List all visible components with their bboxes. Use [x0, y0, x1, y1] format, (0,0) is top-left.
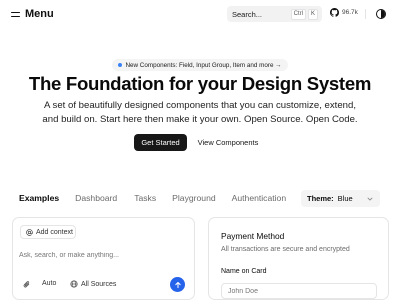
payment-method-card: Payment Method All transactions are secu… — [208, 217, 389, 300]
theme-select-label: Theme: — [307, 194, 334, 203]
paperclip-icon[interactable] — [23, 280, 31, 289]
sources-select[interactable]: All Sources — [70, 280, 116, 288]
name-on-card-field[interactable] — [221, 283, 377, 299]
chat-input[interactable] — [19, 249, 189, 261]
tab-dashboard[interactable]: Dashboard — [75, 193, 117, 205]
chat-prompt-card: Add context Auto All Sources — [12, 217, 195, 300]
shortcut-ctrl: Ctrl — [290, 8, 306, 20]
hamburger-icon — [11, 11, 20, 18]
tab-playground[interactable]: Playground — [172, 193, 215, 205]
shortcut-k: K — [307, 8, 318, 20]
send-button[interactable] — [170, 277, 185, 292]
github-stars: 96.7k — [342, 9, 358, 16]
announcement-dot — [118, 63, 123, 67]
mode-select[interactable]: Auto — [42, 280, 56, 287]
view-components-button[interactable]: View Components — [191, 134, 265, 151]
github-link[interactable]: 96.7k — [330, 8, 358, 17]
tab-tasks[interactable]: Tasks — [134, 193, 156, 205]
add-context-label: Add context — [36, 228, 73, 236]
example-tabs: Examples Dashboard Tasks Playground Auth… — [19, 193, 286, 205]
menu-label: Menu — [25, 8, 54, 20]
at-sign-icon — [26, 228, 33, 236]
sources-label: All Sources — [81, 280, 117, 288]
search-button[interactable]: Search... Ctrl K — [227, 6, 322, 22]
github-icon — [330, 8, 339, 17]
globe-icon — [70, 280, 78, 288]
theme-toggle-icon[interactable] — [376, 9, 386, 19]
tab-authentication[interactable]: Authentication — [232, 193, 286, 205]
name-on-card-label: Name on Card — [221, 268, 267, 275]
chevron-down-icon — [367, 197, 373, 200]
announcement-text: New Components: Field, Input Group, Item… — [125, 61, 282, 69]
header-divider — [365, 9, 366, 19]
search-label: Search... — [232, 9, 263, 19]
payment-method-description: All transactions are secure and encrypte… — [221, 246, 350, 253]
hero-title: The Foundation for your Design System — [28, 73, 372, 94]
theme-select[interactable]: Theme: Blue — [301, 190, 380, 207]
add-context-button[interactable]: Add context — [20, 225, 76, 239]
theme-select-value: Blue — [337, 194, 353, 203]
announcement-badge[interactable]: New Components: Field, Input Group, Item… — [112, 59, 288, 71]
arrow-up-icon — [174, 281, 181, 288]
payment-method-title: Payment Method — [221, 231, 285, 241]
tab-examples[interactable]: Examples — [19, 193, 59, 205]
menu-button[interactable]: Menu — [11, 7, 54, 21]
site-header: Menu Search... Ctrl K 96.7k — [0, 0, 400, 28]
get-started-button[interactable]: Get Started — [134, 134, 187, 151]
hero-subtitle: A set of beautifully designed components… — [42, 100, 358, 125]
